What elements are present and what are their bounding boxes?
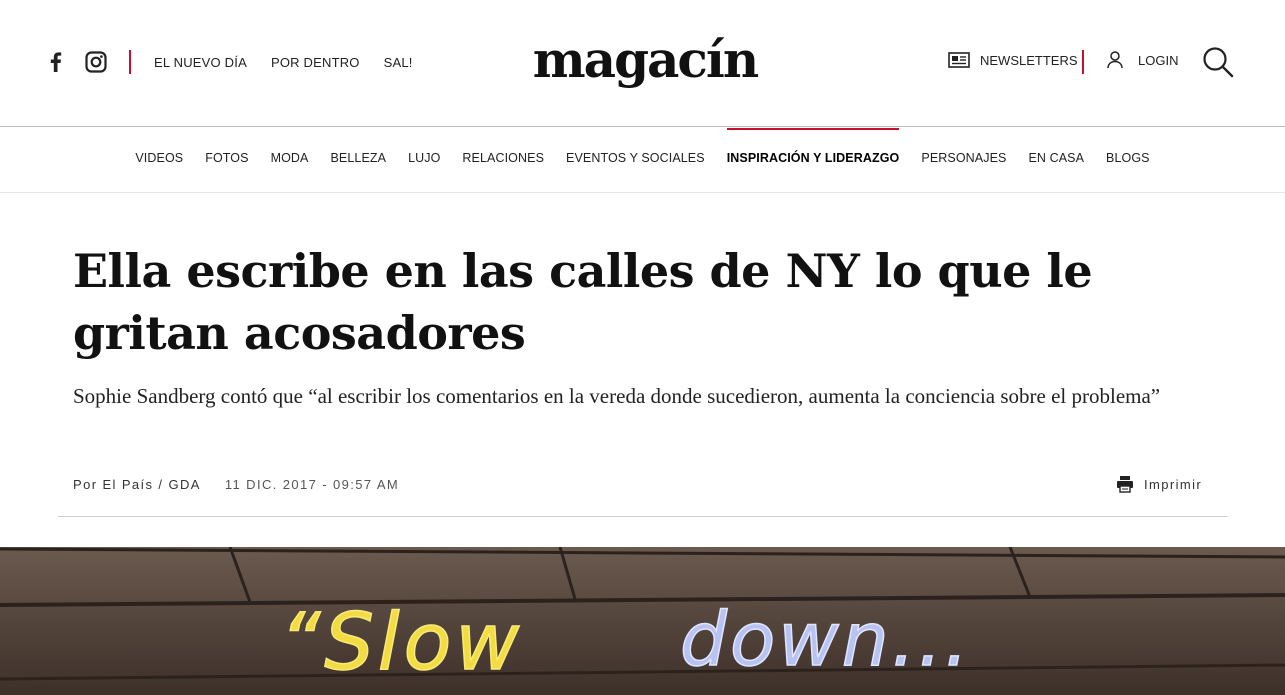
print-label: Imprimir (1144, 476, 1203, 492)
header-divider (129, 50, 131, 74)
nav-item-videos[interactable]: VIDEOS (135, 151, 183, 165)
article-byline: Por El País / GDA 11 DIC. 2017 - 09:57 A… (73, 477, 399, 492)
article-title: Ella escribe en las calles de NY lo que … (73, 244, 1093, 360)
chalk-sidewalk-photo: “Slow down... (0, 547, 1285, 695)
main-nav: VIDEOS FOTOS MODA BELLEZA LUJO RELACIONE… (0, 128, 1285, 193)
nav-item-blogs[interactable]: BLOGS (1106, 151, 1150, 165)
header-divider-right (1082, 50, 1084, 74)
user-icon (1106, 50, 1128, 70)
site-logo[interactable]: magacín (530, 30, 760, 90)
article-subtitle: Sophie Sandberg contó que “al escribir l… (73, 384, 1161, 408)
social-links (44, 50, 108, 74)
nav-item-belleza[interactable]: BELLEZA (330, 151, 386, 165)
chalk-text-slow: “Slow (280, 598, 523, 688)
top-links: EL NUEVO DÍA POR DENTRO SAL! (154, 55, 413, 70)
nav-item-en-casa[interactable]: EN CASA (1028, 151, 1084, 165)
nav-item-moda[interactable]: MODA (271, 151, 309, 165)
nav-item-lujo[interactable]: LUJO (408, 151, 440, 165)
newsletters-label: NEWSLETTERS (980, 52, 1078, 68)
top-link-sal[interactable]: SAL! (384, 55, 413, 70)
newspaper-icon (948, 50, 970, 70)
chalk-text-down: down... (680, 597, 971, 683)
printer-icon (1116, 475, 1134, 493)
print-button[interactable]: Imprimir (1116, 475, 1202, 493)
newsletters-link[interactable]: NEWSLETTERS (948, 50, 1078, 70)
facebook-icon[interactable] (44, 50, 68, 74)
nav-item-personajes[interactable]: PERSONAJES (921, 151, 1006, 165)
login-link[interactable]: LOGIN (1106, 50, 1178, 70)
article-date: 11 DIC. 2017 - 09:57 AM (224, 477, 400, 492)
nav-item-inspiracion-y-liderazgo[interactable]: INSPIRACIÓN Y LIDERAZGO (726, 128, 900, 165)
byline-divider (58, 516, 1228, 517)
article-author: Por El País / GDA (73, 477, 201, 492)
nav-item-eventos-y-sociales[interactable]: EVENTOS Y SOCIALES (566, 151, 705, 165)
nav-item-relaciones[interactable]: RELACIONES (462, 151, 544, 165)
instagram-icon[interactable] (84, 50, 108, 74)
login-label: LOGIN (1138, 52, 1179, 68)
top-link-por-dentro[interactable]: POR DENTRO (271, 55, 360, 70)
site-header: EL NUEVO DÍA POR DENTRO SAL! magacín NEW… (0, 0, 1285, 127)
nav-item-fotos[interactable]: FOTOS (205, 151, 248, 165)
search-icon[interactable] (1202, 46, 1234, 78)
hero-image: “Slow down... (0, 547, 1285, 695)
top-link-el-nuevo-dia[interactable]: EL NUEVO DÍA (154, 55, 247, 70)
